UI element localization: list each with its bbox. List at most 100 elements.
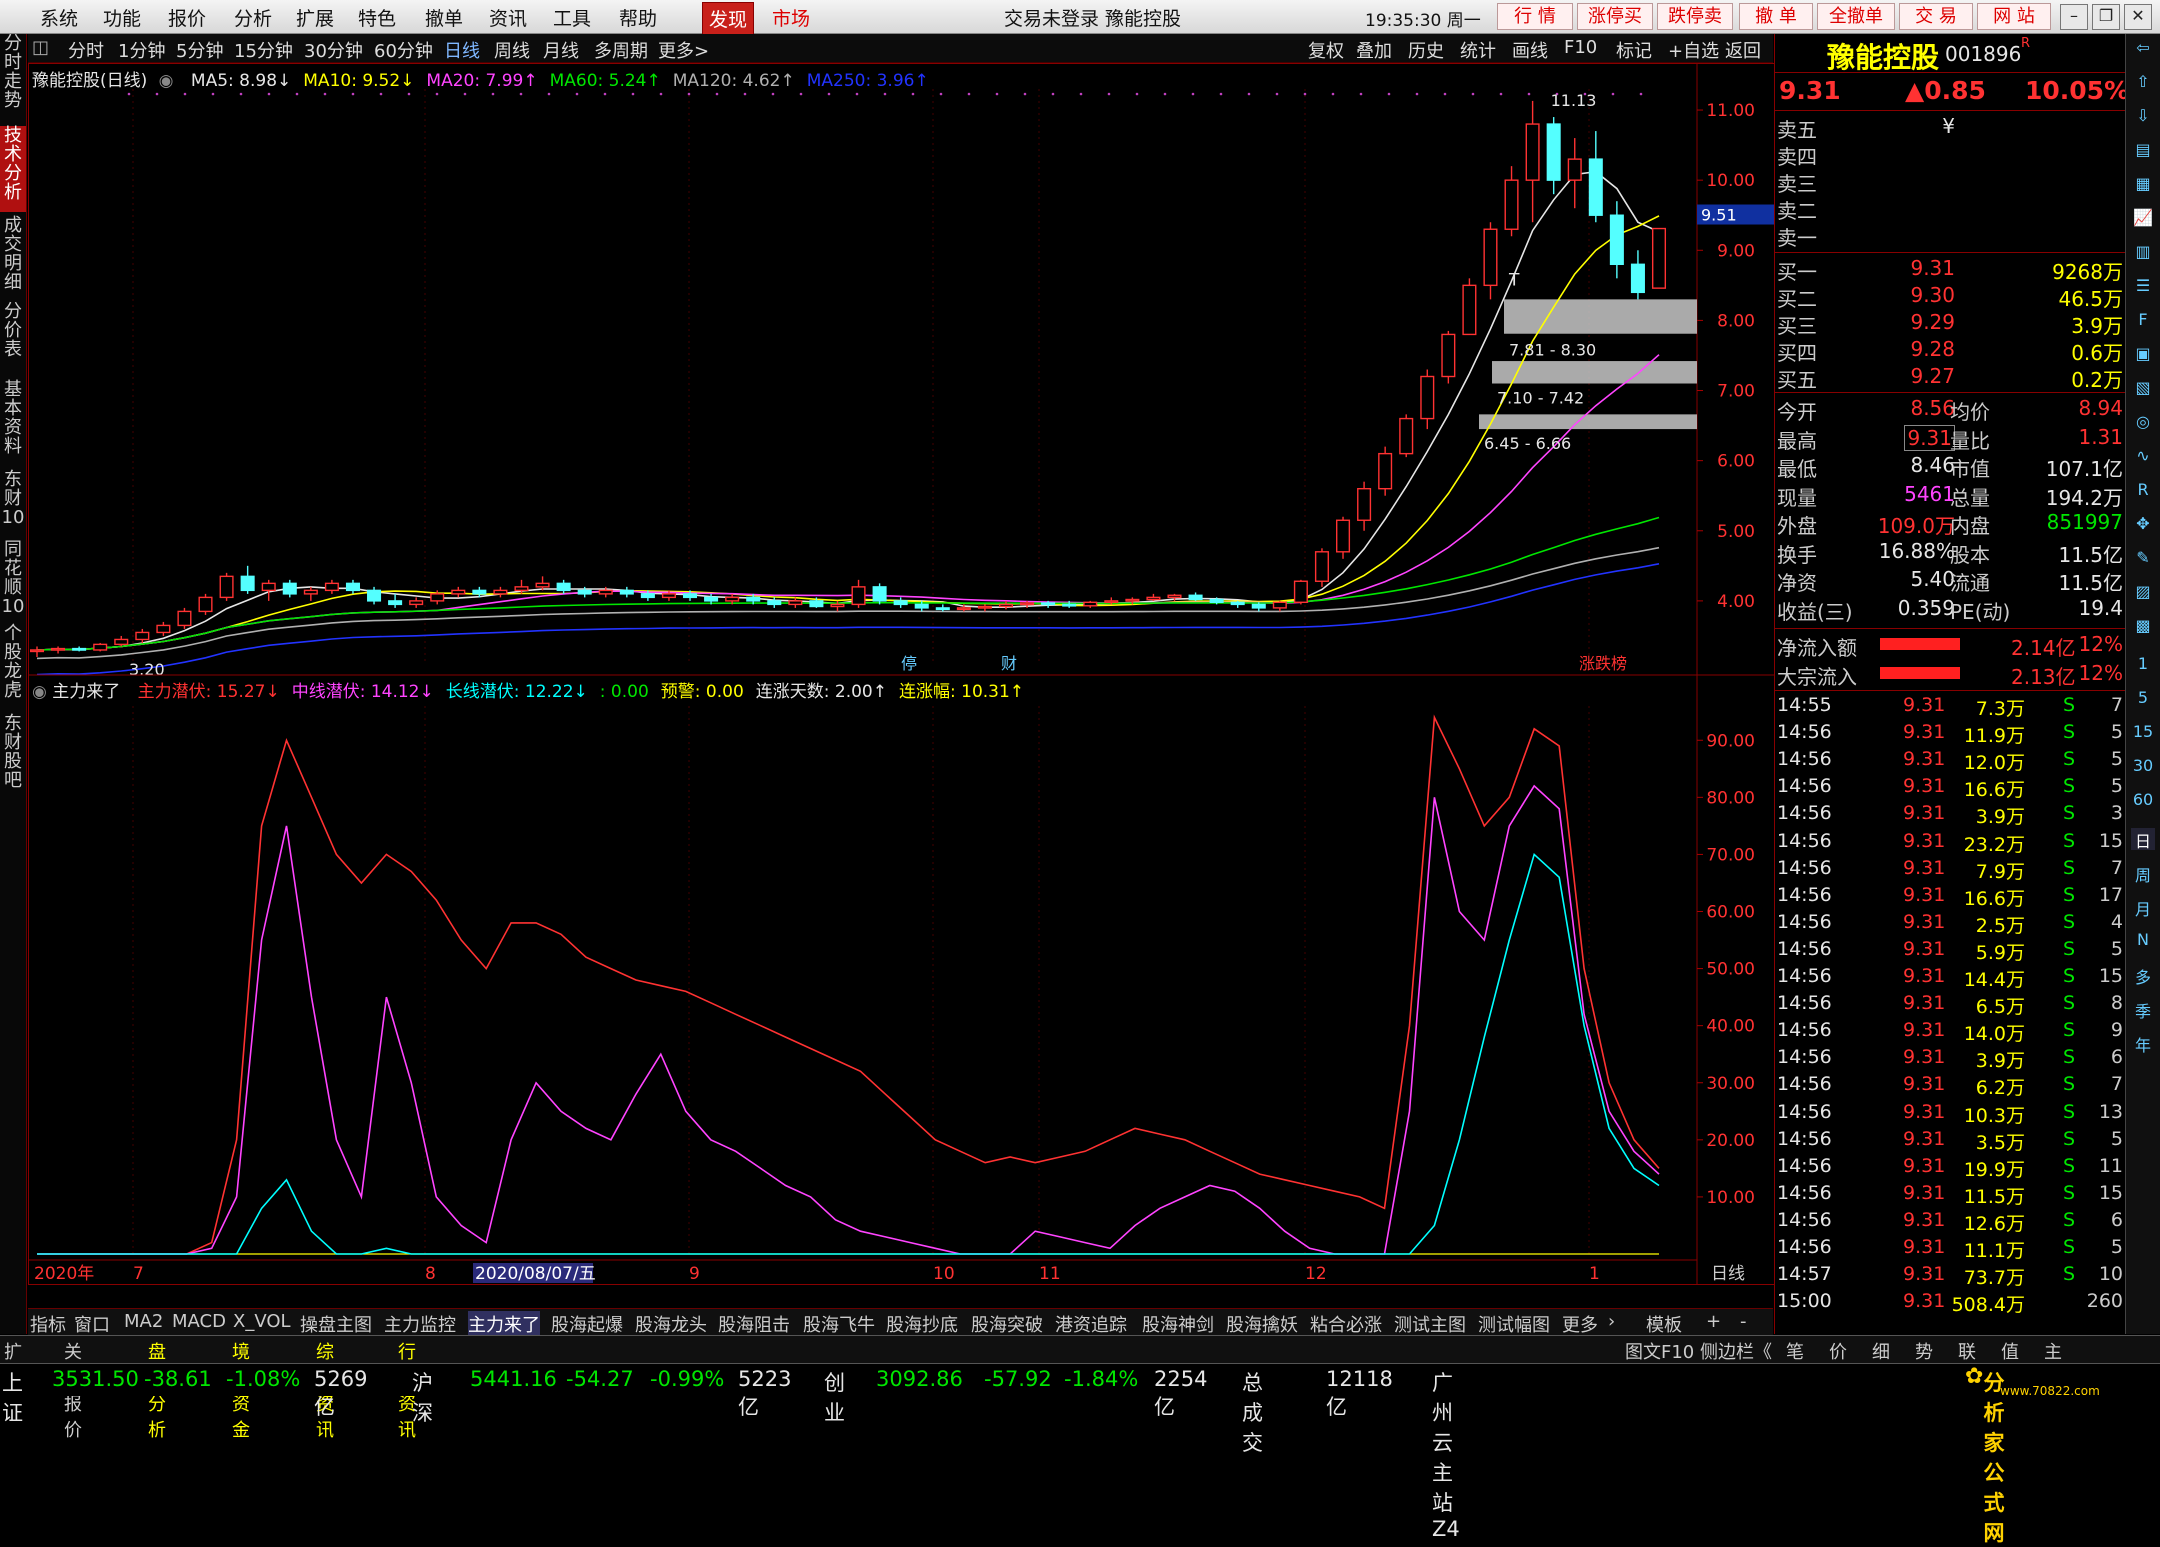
chart-tool-button[interactable]: 画线 bbox=[1512, 37, 1548, 63]
period-multi-icon[interactable]: 多 bbox=[2131, 964, 2155, 987]
left-tab[interactable]: 个股龙虎 bbox=[0, 624, 26, 710]
left-tab[interactable]: 东财10 bbox=[0, 470, 26, 536]
left-tab[interactable]: 分时走势 bbox=[0, 34, 26, 122]
wave-icon[interactable]: ∿ bbox=[2131, 446, 2155, 468]
period-60-icon[interactable]: 60 bbox=[2131, 790, 2155, 812]
menu-item[interactable]: 撤单 bbox=[425, 4, 463, 31]
indicator-tab[interactable]: 测试幅图 bbox=[1478, 1311, 1550, 1337]
rsi-icon[interactable]: R bbox=[2131, 480, 2155, 502]
indicator-tab[interactable]: 股海抄底 bbox=[886, 1311, 958, 1337]
chart-tool-button[interactable]: 返回 bbox=[1725, 37, 1761, 63]
bottom-right-tab[interactable]: 细 bbox=[1872, 1338, 1890, 1364]
period-tab[interactable]: 月线 bbox=[543, 37, 579, 63]
arrow-up-icon[interactable]: ⇧ bbox=[2131, 72, 2155, 94]
f10-icon[interactable]: F bbox=[2131, 310, 2155, 332]
period-month-icon[interactable]: 月 bbox=[2131, 896, 2155, 919]
period-tab[interactable]: 5分钟 bbox=[176, 37, 223, 63]
bottom-right-tab[interactable]: 笔 bbox=[1786, 1338, 1804, 1364]
tick-list[interactable]: 14:55 9.31 7.3万 S 7 14:56 9.31 11.9万 S 5 14:56 9.31… bbox=[1775, 694, 2125, 1334]
menu-item[interactable]: 扩展 bbox=[296, 4, 334, 31]
fs2-icon[interactable]: ▨ bbox=[2131, 582, 2155, 604]
indicator-tab[interactable]: - bbox=[1740, 1311, 1747, 1332]
f10-link[interactable]: 图文F10 bbox=[1625, 1338, 1694, 1364]
event-marker[interactable]: 停 bbox=[901, 654, 917, 673]
left-tab[interactable]: 成交明细 bbox=[0, 216, 26, 298]
menu-item[interactable]: 报价 bbox=[168, 4, 206, 31]
menu-right-button[interactable]: 行 情 bbox=[1497, 3, 1573, 30]
menu-right-button[interactable]: 跌停卖 bbox=[1657, 3, 1733, 30]
indicator-tab[interactable]: MACD bbox=[172, 1311, 226, 1332]
bottom-right-tab[interactable]: 价 bbox=[1829, 1338, 1847, 1364]
indicator-tab[interactable]: 股海龙头 bbox=[635, 1311, 707, 1337]
indicator-tab[interactable]: 主力来了 bbox=[468, 1311, 540, 1337]
panel-toggle-icon[interactable]: ◫ bbox=[32, 37, 49, 58]
menu-item[interactable]: 特色 bbox=[358, 4, 396, 31]
period-tab[interactable]: 30分钟 bbox=[304, 37, 363, 63]
indicator-tab[interactable]: MA2 bbox=[124, 1311, 163, 1332]
chart-tool-button[interactable]: F10 bbox=[1564, 37, 1597, 58]
fs-icon[interactable]: ▧ bbox=[2131, 378, 2155, 400]
menu-item[interactable]: 功能 bbox=[103, 4, 141, 31]
menu-market[interactable]: 市场 bbox=[772, 4, 810, 31]
left-tab[interactable]: 同花顺10 bbox=[0, 540, 26, 620]
left-tab[interactable]: 分价表 bbox=[0, 302, 26, 376]
period-day-icon[interactable]: 日 bbox=[2131, 828, 2155, 851]
bottom-right-tab[interactable]: 值 bbox=[2001, 1338, 2019, 1364]
move-icon[interactable]: ✥ bbox=[2131, 514, 2155, 536]
grid-icon[interactable]: ▣ bbox=[2131, 344, 2155, 366]
indicator-tab[interactable]: 股海神剑 bbox=[1142, 1311, 1214, 1337]
period-season-icon[interactable]: 季 bbox=[2131, 998, 2155, 1021]
chart-tool-button[interactable]: 历史 bbox=[1408, 37, 1444, 63]
indicator-tab[interactable]: 股海阻击 bbox=[718, 1311, 790, 1337]
minimize-icon[interactable]: – bbox=[2060, 4, 2088, 30]
kline-icon[interactable]: ▥ bbox=[2131, 242, 2155, 264]
list-icon[interactable]: ☰ bbox=[2131, 276, 2155, 298]
bid-row[interactable]: 买五 9.27 0.2万 bbox=[1775, 364, 2125, 392]
menu-item[interactable]: 帮助 bbox=[619, 4, 657, 31]
menu-item[interactable]: 工具 bbox=[553, 4, 591, 31]
period-tab[interactable]: 日线 bbox=[444, 37, 480, 63]
period-30-icon[interactable]: 30 bbox=[2131, 756, 2155, 778]
menu-right-button[interactable]: 网 站 bbox=[1977, 3, 2051, 30]
event-marker[interactable]: 财 bbox=[1001, 654, 1017, 673]
period-1-icon[interactable]: 1 bbox=[2131, 654, 2155, 676]
bid-row[interactable]: 买三 9.29 3.9万 bbox=[1775, 310, 2125, 338]
period-week-icon[interactable]: 周 bbox=[2131, 862, 2155, 885]
bid-row[interactable]: 买二 9.30 46.5万 bbox=[1775, 283, 2125, 311]
left-tab[interactable]: 技术分析 bbox=[0, 126, 26, 212]
indicator-tab[interactable]: 窗口 bbox=[74, 1311, 110, 1337]
bid-row[interactable]: 买一 9.31 9268万 bbox=[1775, 256, 2125, 284]
restore-icon[interactable]: ❐ bbox=[2092, 4, 2120, 30]
indicator-tab[interactable]: 主力监控 bbox=[384, 1311, 456, 1337]
menu-discover[interactable]: 发现 bbox=[702, 2, 755, 35]
period-n-icon[interactable]: N bbox=[2131, 930, 2155, 952]
left-tab[interactable]: 基本资料 bbox=[0, 380, 26, 466]
period-tab[interactable]: 更多> bbox=[658, 37, 709, 63]
stats-icon[interactable]: ▩ bbox=[2131, 616, 2155, 638]
indicator-tab[interactable]: 港资追踪 bbox=[1055, 1311, 1127, 1337]
bottom-right-tab[interactable]: 势 bbox=[1915, 1338, 1933, 1364]
indicator-tab[interactable]: + bbox=[1706, 1311, 1721, 1332]
period-year-icon[interactable]: 年 bbox=[2131, 1032, 2155, 1055]
menu-right-button[interactable]: 全撤单 bbox=[1817, 3, 1895, 30]
chart-area[interactable]: 豫能控股(日线) ◉ MA5: 8.98↓ MA10: 9.52↓ MA20: 7.… bbox=[28, 63, 1775, 1285]
indicator-tab[interactable]: 测试主图 bbox=[1394, 1311, 1466, 1337]
line-chart-icon[interactable]: 📈 bbox=[2131, 208, 2155, 230]
period-tab[interactable]: 周线 bbox=[494, 37, 530, 63]
chart-tool-button[interactable]: 复权 bbox=[1308, 37, 1344, 63]
event-marker[interactable]: 涨跌榜 bbox=[1579, 654, 1627, 673]
report-icon[interactable]: ▤ bbox=[2131, 140, 2155, 162]
period-15-icon[interactable]: 15 bbox=[2131, 722, 2155, 744]
chart-tool-button[interactable]: 统计 bbox=[1460, 37, 1496, 63]
chart-tool-button[interactable]: 叠加 bbox=[1356, 37, 1392, 63]
indicator-tab[interactable]: 股海擒妖 bbox=[1226, 1311, 1298, 1337]
indicator-tab[interactable]: X_VOL bbox=[233, 1311, 291, 1332]
period-tab[interactable]: 60分钟 bbox=[374, 37, 433, 63]
sidebar-toggle[interactable]: 侧边栏《 bbox=[1700, 1338, 1772, 1364]
menu-right-button[interactable]: 交 易 bbox=[1899, 3, 1973, 30]
pencil-icon[interactable]: ✎ bbox=[2131, 548, 2155, 570]
menu-right-button[interactable]: 撤 单 bbox=[1739, 3, 1813, 30]
bottom-right-tab[interactable]: 联 bbox=[1958, 1338, 1976, 1364]
table-icon[interactable]: ▦ bbox=[2131, 174, 2155, 196]
indicator-tab[interactable]: 股海飞牛 bbox=[803, 1311, 875, 1337]
